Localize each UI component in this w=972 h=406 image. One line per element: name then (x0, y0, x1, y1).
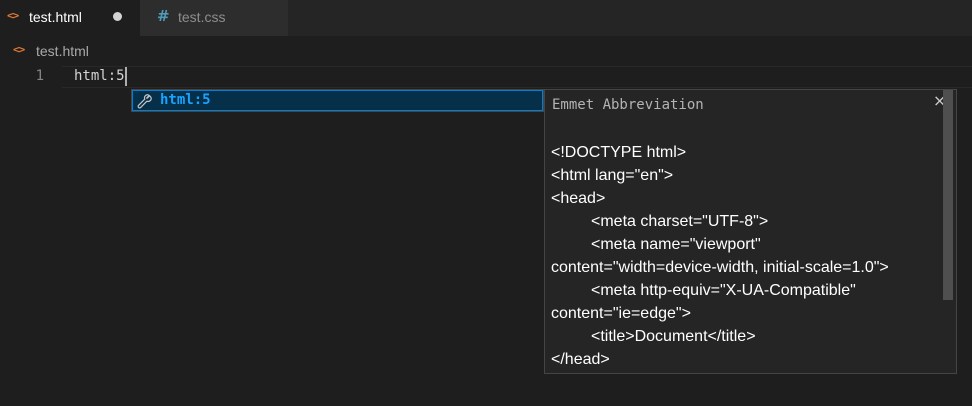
snippet-line: <meta charset="UTF-8"> (591, 213, 769, 230)
html-file-icon: <> (7, 9, 19, 22)
css-file-icon: # (157, 7, 170, 25)
suggest-details-panel: Emmet Abbreviation × <!DOCTYPE html> <ht… (544, 89, 957, 374)
tab-label: test.css (178, 9, 226, 25)
snippet-line: <head> (551, 190, 606, 207)
current-line-highlight (62, 66, 972, 88)
code-line[interactable]: html:5 (74, 67, 127, 86)
code-text: html:5 (74, 68, 125, 84)
unsaved-changes-icon[interactable] (113, 12, 122, 21)
html-file-icon: <> (13, 43, 25, 56)
tab-test-css[interactable]: # test.css (140, 0, 288, 36)
snippet-line: </head> (551, 351, 610, 368)
details-scrollbar[interactable] (943, 90, 953, 300)
tab-bar: <> test.html # test.css (0, 0, 972, 36)
breadcrumb: <> test.html (0, 36, 972, 64)
details-snippet-preview: <!DOCTYPE html> <html lang="en"> <head> … (551, 141, 936, 371)
breadcrumb-item-file[interactable]: test.html (36, 43, 89, 59)
text-cursor (124, 67, 127, 86)
details-title: Emmet Abbreviation (552, 97, 704, 113)
snippet-line: <html lang="en"> (551, 167, 674, 184)
snippet-line: <title>Document</title> (591, 328, 756, 345)
snippet-line: <meta name="viewport" (591, 236, 761, 253)
snippet-line: content="width=device-width, initial-sca… (551, 259, 889, 276)
tab-test-html[interactable]: <> test.html (0, 0, 140, 36)
snippet-line: <!DOCTYPE html> (551, 144, 687, 161)
line-number: 1 (35, 68, 44, 84)
wrench-icon (137, 94, 152, 109)
snippet-line: <meta http-equiv="X-UA-Compatible" (591, 282, 856, 299)
vscode-window: <> test.html # test.css <> test.html 1 h… (0, 0, 972, 406)
suggestion-label: html:5 (160, 92, 211, 108)
snippet-line: content="ie=edge"> (551, 305, 691, 322)
suggest-widget: html:5 (131, 89, 544, 112)
suggestion-item[interactable]: html:5 (132, 90, 543, 111)
tab-label: test.html (29, 9, 82, 25)
